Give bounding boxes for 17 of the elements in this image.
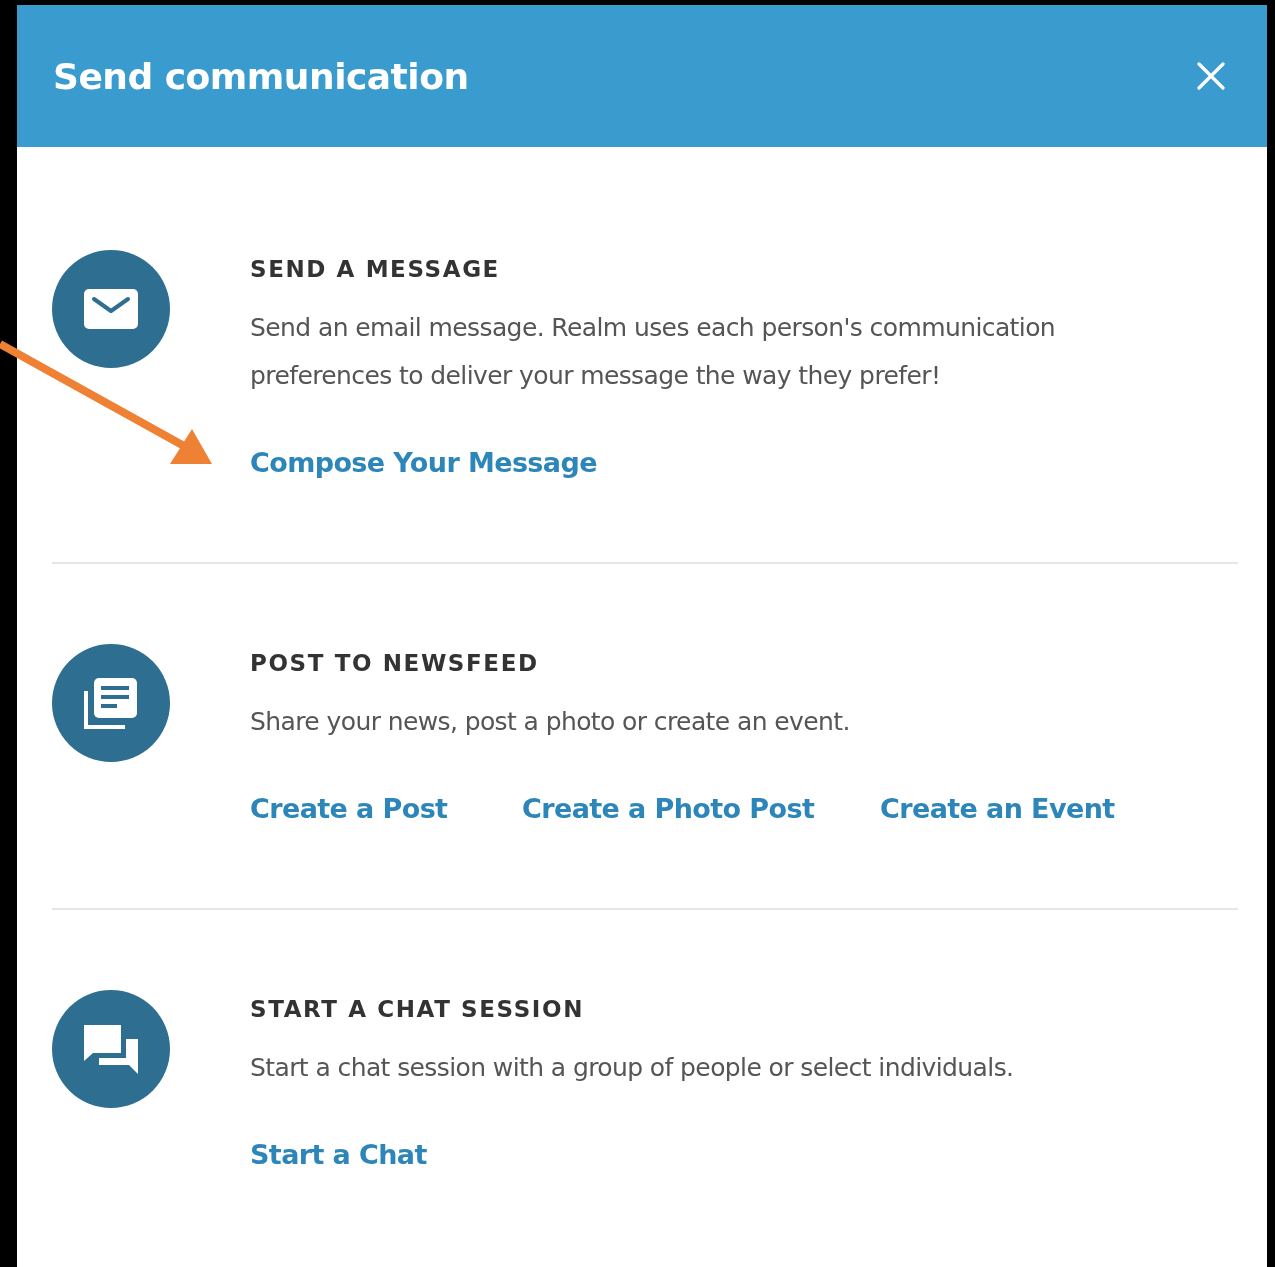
section-heading: START A CHAT SESSION — [250, 995, 586, 1024]
section-heading: POST TO NEWSFEED — [250, 649, 540, 678]
section-heading: SEND A MESSAGE — [250, 255, 501, 284]
dialog-title: Send communication — [53, 55, 469, 97]
action-link[interactable]: Compose Your Message — [250, 444, 597, 482]
section-description: Share your news, post a photo or create an event. — [250, 706, 851, 738]
chat-icon — [52, 990, 170, 1108]
section-description: Send an email message. Realm uses each person's communication preferences to deliver your message the way they prefer! — [250, 312, 1057, 392]
action-link[interactable]: Start a Chat — [250, 1136, 427, 1174]
close-button[interactable] — [1195, 60, 1227, 92]
action-link[interactable]: Create a Post — [250, 790, 448, 828]
close-icon — [1197, 62, 1225, 90]
newsfeed-icon — [52, 644, 170, 762]
message-icon — [52, 250, 170, 368]
action-link[interactable]: Create an Event — [880, 790, 1115, 828]
action-link[interactable]: Create a Photo Post — [522, 790, 815, 828]
section-description: Start a chat session with a group of people or select individuals. — [250, 1052, 1014, 1084]
